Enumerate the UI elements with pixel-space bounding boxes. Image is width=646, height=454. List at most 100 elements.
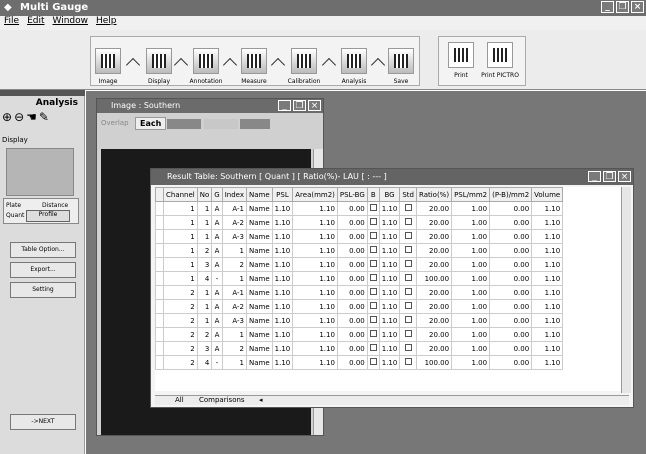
row-selector[interactable] bbox=[155, 327, 164, 342]
table-row[interactable]: 1 4-1 Name 1.10 1.10 0.00 1.10 100.00 1.00 0.00 1.… bbox=[155, 271, 564, 286]
checkbox[interactable] bbox=[404, 316, 412, 323]
table-option-button[interactable]: Table Option... bbox=[10, 242, 76, 258]
measure-button[interactable]: Measure bbox=[236, 48, 272, 85]
checkbox[interactable] bbox=[404, 302, 412, 309]
checkbox[interactable] bbox=[369, 358, 377, 365]
each-tab[interactable]: Each bbox=[135, 117, 167, 130]
zoom-in-icon[interactable]: ⊕ bbox=[2, 110, 12, 124]
column-header[interactable]: PSL/mm2 bbox=[451, 187, 491, 202]
row-selector[interactable] bbox=[155, 355, 164, 370]
row-selector[interactable] bbox=[155, 215, 164, 230]
checkbox[interactable] bbox=[369, 204, 377, 211]
table-row[interactable]: 1 1 A A-1 Name 1.10 1.10 0.00 1.10 20.00 1.00 0.00 1… bbox=[155, 201, 564, 216]
checkbox[interactable] bbox=[404, 274, 412, 281]
minimize-icon[interactable]: _ bbox=[601, 1, 614, 13]
row-selector[interactable] bbox=[155, 313, 164, 328]
table-row[interactable]: 1 1 A A-3 Name 1.10 1.10 0.00 1.10 20.00 1.00 0.00 1… bbox=[155, 229, 564, 244]
column-header[interactable]: No bbox=[196, 187, 213, 202]
tab-plate[interactable]: Plate bbox=[6, 202, 21, 209]
table-row[interactable]: 2 1 A A-1 Name 1.10 1.10 0.00 1.10 20.00 1.00 0.00 1… bbox=[155, 285, 564, 300]
column-header[interactable]: (P-B)/mm2 bbox=[489, 187, 533, 202]
row-selector[interactable] bbox=[155, 201, 164, 216]
table-row[interactable]: 2 3 A 2 Name 1.10 1.10 0.00 1.10 20.00 1.00 0.00 1.1… bbox=[155, 341, 564, 356]
minimize-icon[interactable]: _ bbox=[278, 100, 291, 111]
checkbox[interactable] bbox=[404, 218, 412, 225]
close-icon[interactable]: × bbox=[631, 1, 644, 13]
row-selector[interactable] bbox=[155, 299, 164, 314]
view-swatch[interactable] bbox=[167, 119, 201, 129]
annotation-button[interactable]: Annotation bbox=[186, 48, 226, 85]
column-header[interactable]: BG bbox=[378, 187, 401, 202]
image-button[interactable]: Image bbox=[93, 48, 123, 85]
next-button[interactable]: ->NEXT bbox=[10, 414, 76, 430]
table-row[interactable]: 1 1 A A-2 Name 1.10 1.10 0.00 1.10 20.00 1.00 0.00 1… bbox=[155, 215, 564, 230]
checkbox[interactable] bbox=[404, 204, 412, 211]
checkbox[interactable] bbox=[369, 246, 377, 253]
scroll-left-icon[interactable]: ◂ bbox=[259, 396, 263, 404]
column-header[interactable]: PSL bbox=[271, 187, 294, 202]
table-row[interactable]: 2 2 A 1 Name 1.10 1.10 0.00 1.10 20.00 1.00 0.00 1.1… bbox=[155, 327, 564, 342]
print-button[interactable]: Print bbox=[444, 42, 478, 79]
display-button[interactable]: Display bbox=[141, 48, 177, 85]
view-swatch[interactable] bbox=[240, 119, 270, 129]
checkbox[interactable] bbox=[369, 260, 377, 267]
checkbox[interactable] bbox=[369, 232, 377, 239]
minimize-icon[interactable]: _ bbox=[588, 171, 601, 182]
menu-help[interactable]: Help bbox=[92, 16, 121, 27]
restore-icon[interactable]: ❐ bbox=[616, 1, 629, 13]
close-icon[interactable]: × bbox=[308, 100, 321, 111]
checkbox[interactable] bbox=[369, 218, 377, 225]
view-swatch[interactable] bbox=[204, 119, 238, 129]
menu-edit[interactable]: Edit bbox=[23, 16, 48, 27]
checkbox[interactable] bbox=[404, 260, 412, 267]
tab-quant[interactable]: Quant bbox=[6, 212, 24, 219]
checkbox[interactable] bbox=[369, 274, 377, 281]
row-selector[interactable] bbox=[155, 243, 164, 258]
sheet-tab-all[interactable]: All bbox=[175, 396, 184, 404]
table-row[interactable]: 2 1 A A-2 Name 1.10 1.10 0.00 1.10 20.00 1.00 0.00 1… bbox=[155, 299, 564, 314]
close-icon[interactable]: × bbox=[618, 171, 631, 182]
calibration-button[interactable]: Calibration bbox=[284, 48, 324, 85]
column-header[interactable]: Channel bbox=[163, 187, 198, 202]
table-row[interactable]: 2 4-1 Name 1.10 1.10 0.00 1.10 100.00 1.00 0.00 1.… bbox=[155, 355, 564, 370]
menu-file[interactable]: File bbox=[0, 16, 23, 27]
row-selector[interactable] bbox=[155, 271, 164, 286]
zoom-out-icon[interactable]: ⊖ bbox=[14, 110, 24, 124]
column-header[interactable]: Area(mm2) bbox=[292, 187, 338, 202]
column-header[interactable]: PSL-BG bbox=[336, 187, 368, 202]
row-selector[interactable] bbox=[155, 229, 164, 244]
column-header[interactable]: Volume bbox=[531, 187, 564, 202]
checkbox[interactable] bbox=[369, 316, 377, 323]
menu-window[interactable]: Window bbox=[49, 16, 93, 27]
table-row[interactable]: 1 3 A 2 Name 1.10 1.10 0.00 1.10 20.00 1.00 0.00 1.1… bbox=[155, 257, 564, 272]
print-pictro-button[interactable]: Print PICTRO bbox=[478, 42, 522, 79]
checkbox[interactable] bbox=[404, 232, 412, 239]
analysis-button[interactable]: Analysis bbox=[334, 48, 374, 85]
hand-icon[interactable]: ☚ bbox=[26, 110, 37, 124]
row-selector[interactable] bbox=[155, 285, 164, 300]
checkbox[interactable] bbox=[404, 246, 412, 253]
table-row[interactable]: 2 1 A A-3 Name 1.10 1.10 0.00 1.10 20.00 1.00 0.00 1… bbox=[155, 313, 564, 328]
checkbox[interactable] bbox=[369, 288, 377, 295]
column-header[interactable]: Ratio(%) bbox=[415, 187, 453, 202]
restore-icon[interactable]: ❐ bbox=[293, 100, 306, 111]
checkbox[interactable] bbox=[404, 330, 412, 337]
checkbox[interactable] bbox=[404, 288, 412, 295]
sheet-tab-comparisons[interactable]: Comparisons bbox=[199, 396, 245, 404]
table-vertical-scrollbar[interactable] bbox=[621, 187, 631, 393]
checkbox[interactable] bbox=[369, 344, 377, 351]
row-selector[interactable] bbox=[155, 341, 164, 356]
setting-button[interactable]: Setting bbox=[10, 282, 76, 298]
save-button[interactable]: Save bbox=[384, 48, 418, 85]
checkbox[interactable] bbox=[369, 302, 377, 309]
pen-icon[interactable]: ✎ bbox=[39, 110, 49, 124]
column-header[interactable]: B bbox=[366, 187, 380, 202]
checkbox[interactable] bbox=[404, 344, 412, 351]
table-row[interactable]: 1 2 A 1 Name 1.10 1.10 0.00 1.10 20.00 1.00 0.00 1.1… bbox=[155, 243, 564, 258]
restore-icon[interactable]: ❐ bbox=[603, 171, 616, 182]
column-header[interactable]: Index bbox=[221, 187, 248, 202]
export-button[interactable]: Export... bbox=[10, 262, 76, 278]
checkbox[interactable] bbox=[369, 330, 377, 337]
row-selector[interactable] bbox=[155, 257, 164, 272]
column-header[interactable]: Name bbox=[246, 187, 273, 202]
